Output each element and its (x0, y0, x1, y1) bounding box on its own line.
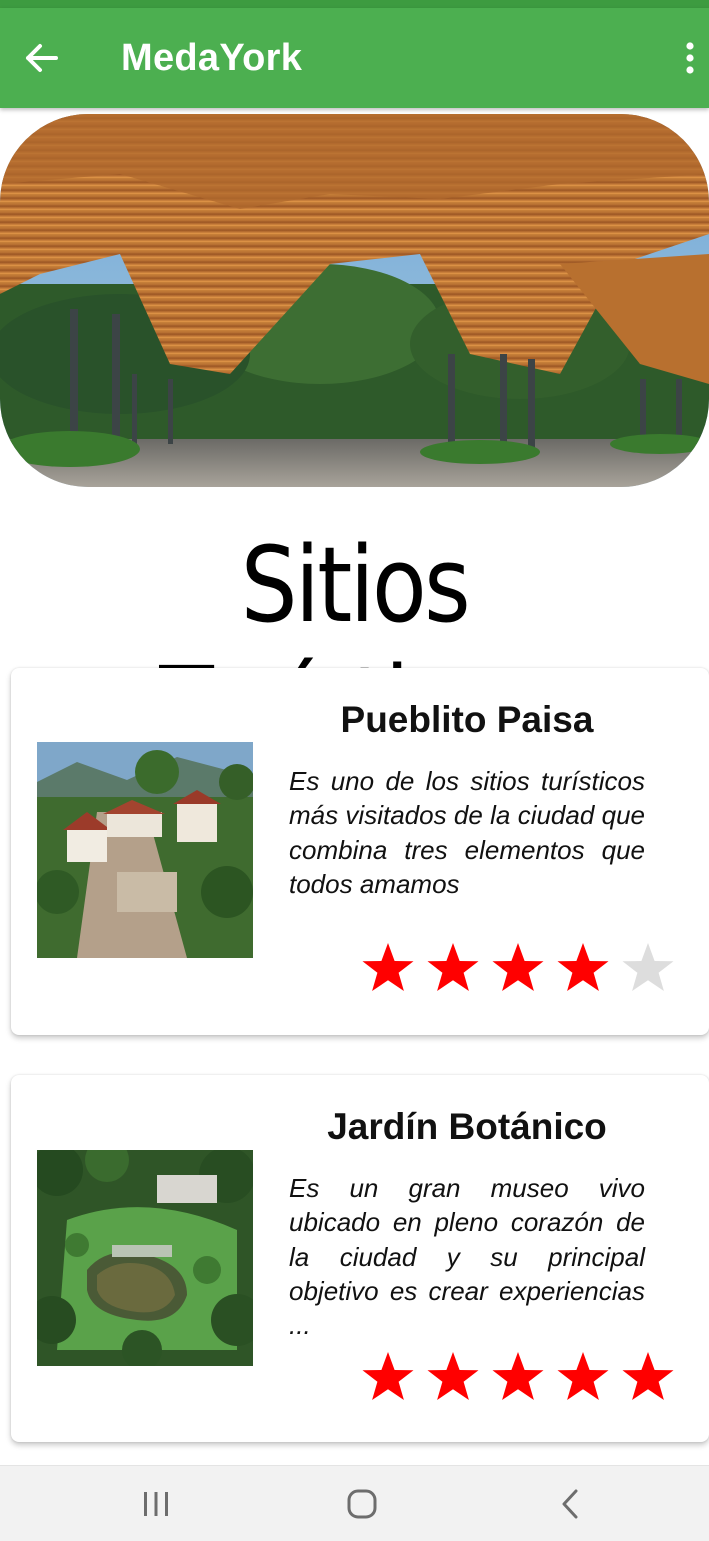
back-icon (562, 1489, 578, 1519)
star-filled-icon[interactable] (555, 1350, 611, 1406)
home-icon (347, 1489, 377, 1519)
place-title: Pueblito Paisa (340, 699, 594, 740)
jardin-botanico-image (37, 1150, 253, 1366)
recent-apps-icon (144, 1492, 168, 1516)
place-title: Jardín Botánico (327, 1106, 607, 1147)
home-button[interactable] (332, 1480, 392, 1528)
app-title: MedaYork (121, 37, 303, 79)
overflow-menu-button[interactable] (672, 36, 708, 80)
place-description: Es un gran museo vivo ubicado en pleno c… (289, 1173, 645, 1341)
back-button[interactable] (22, 36, 62, 80)
rating-stars[interactable] (360, 941, 690, 997)
system-back-button[interactable] (540, 1480, 600, 1528)
arrow-left-icon (26, 44, 58, 72)
place-card-pueblito-paisa[interactable]: Pueblito Paisa Es uno de los sitios turí… (11, 668, 709, 1035)
star-filled-icon[interactable] (425, 1350, 481, 1406)
pueblito-paisa-image (37, 742, 253, 958)
system-navigation-bar (0, 1465, 709, 1541)
more-vertical-icon (686, 42, 694, 74)
place-description: Es uno de los sitios turísticos más visi… (289, 766, 645, 899)
star-filled-icon[interactable] (360, 1350, 416, 1406)
star-filled-icon[interactable] (555, 941, 611, 997)
star-filled-icon[interactable] (490, 1350, 546, 1406)
place-card-jardin-botanico[interactable]: Jardín Botánico Es un gran museo vivo ub… (11, 1075, 709, 1442)
rating-stars[interactable] (360, 1350, 690, 1406)
star-filled-icon[interactable] (360, 941, 416, 997)
star-empty-icon[interactable] (620, 941, 676, 997)
status-bar (0, 0, 709, 8)
app-bar: MedaYork (0, 8, 709, 108)
star-filled-icon[interactable] (425, 941, 481, 997)
star-filled-icon[interactable] (620, 1350, 676, 1406)
hero-image (0, 114, 709, 487)
star-filled-icon[interactable] (490, 941, 546, 997)
recent-apps-button[interactable] (126, 1480, 186, 1528)
